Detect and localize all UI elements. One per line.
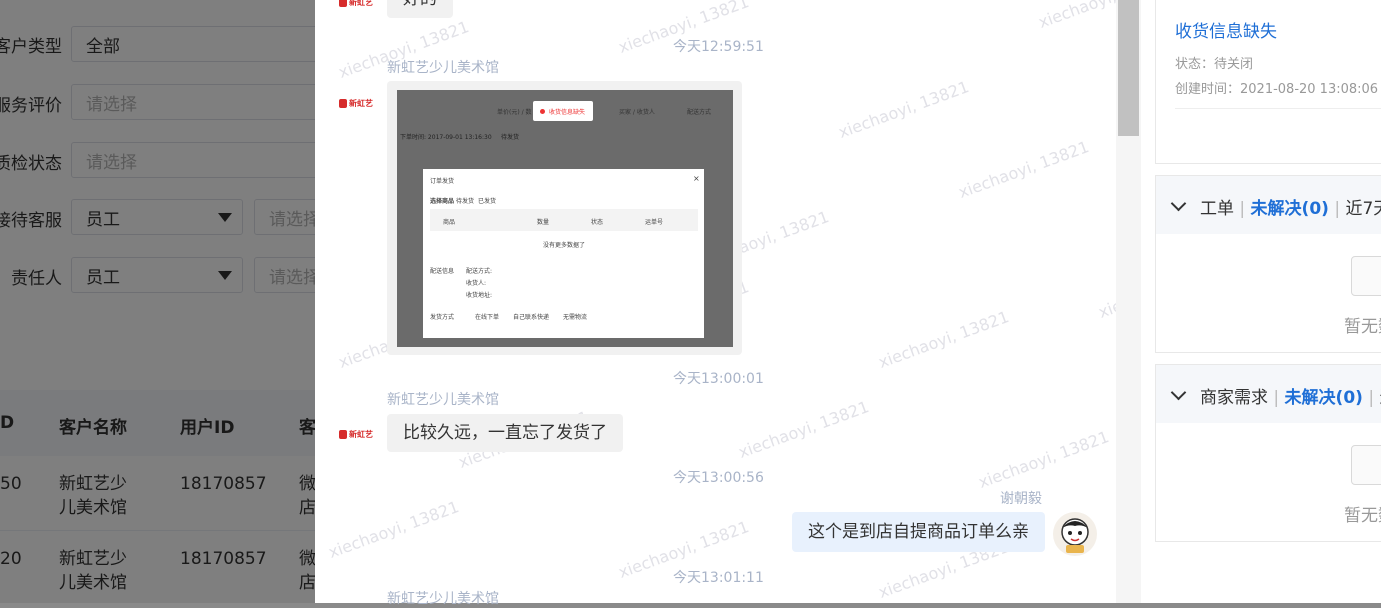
close-icon: × — [693, 174, 700, 183]
info-created: 创建时间：2021-08-20 13:08:06 — [1175, 82, 1379, 97]
message-sender: 谢朝毅 — [1000, 491, 1042, 507]
shop-logo-icon — [339, 429, 347, 439]
message-bubble: 这个是到店自提商品订单么亲 — [792, 512, 1045, 552]
mini-label: 配送方式: — [466, 268, 493, 275]
toast: 收货信息缺失 — [533, 101, 593, 121]
logo-text: 新虹艺 — [349, 0, 373, 7]
screenshot-image[interactable]: 单价(元) / 数 买家 / 收货人 配送方式 收货信息缺失 下单时间: 201… — [397, 90, 733, 347]
watermark-text: xiechaoyi, 13821 — [735, 397, 872, 462]
empty-text: 暂无数 — [1344, 317, 1381, 337]
ticket-unresolved[interactable]: 未解决(0) — [1251, 199, 1329, 219]
watermark-text: xiechaoyi, 13821 — [875, 307, 1012, 372]
shop-logo-icon — [339, 0, 347, 7]
mini-order-status: 待发货 — [501, 134, 520, 141]
message-bubble: 好的 — [387, 0, 453, 18]
mini-col: 状态 — [591, 219, 604, 226]
shop-logo-icon — [339, 98, 347, 108]
shop-avatar: 新虹艺 — [339, 97, 377, 109]
ticket-title: 工单 — [1200, 199, 1234, 219]
shop-avatar: 新虹艺 — [339, 428, 377, 440]
agent-avatar — [1053, 512, 1097, 556]
message-time: 今天13:00:01 — [673, 371, 764, 387]
merchant-card: 商家需求 | 未解决(0) | 近 暂无数 — [1155, 364, 1381, 542]
merchant-title: 商家需求 — [1200, 388, 1268, 408]
logo-text: 新虹艺 — [349, 429, 373, 439]
ticket-recent[interactable]: 近7天 — [1345, 199, 1381, 219]
mini-col: 数量 — [537, 219, 550, 226]
mini-tab: 选择商品 — [430, 198, 455, 205]
watermark-text: xiechaoyi, 13821 — [955, 137, 1092, 202]
mini-col: 运单号 — [645, 219, 664, 226]
mini-col: 商品 — [443, 219, 456, 226]
ticket-header-text: 工单 | 未解决(0) | 近7天 — [1200, 194, 1381, 219]
merchant-card-header[interactable]: 商家需求 | 未解决(0) | 近 — [1156, 365, 1381, 423]
watermark-text: xiechaoyi, 13821 — [835, 77, 972, 142]
mini-empty: 没有更多数据了 — [543, 242, 586, 249]
mini-option: 自己联系快递 — [513, 314, 550, 321]
empty-text: 暂无数 — [1344, 506, 1381, 526]
mini-label: 发货方式 — [430, 314, 455, 321]
ticket-card-header[interactable]: 工单 | 未解决(0) | 近7天 — [1156, 176, 1381, 234]
mini-label: 买家 / 收货人 — [619, 109, 655, 116]
watermark-text: xiechaoyi, 13821 — [975, 427, 1112, 492]
mini-tab: 待发货 — [456, 198, 475, 205]
scrollbar-thumb[interactable] — [1118, 0, 1139, 136]
message-sender: 新虹艺少儿美术馆 — [387, 60, 499, 76]
mini-label: 配送信息 — [430, 268, 455, 275]
message-sender: 新虹艺少儿美术馆 — [387, 591, 499, 607]
message-time: 今天13:01:11 — [673, 570, 764, 586]
info-status: 状态：待关闭 — [1175, 57, 1254, 72]
mini-order-line: 下单时间: 2017-09-01 13:16:30 — [400, 134, 492, 141]
message-time: 今天13:00:56 — [673, 470, 764, 486]
mini-label: 单价(元) / 数 — [497, 109, 532, 116]
message-time: 今天12:59:51 — [673, 39, 764, 55]
image-message[interactable]: 单价(元) / 数 买家 / 收货人 配送方式 收货信息缺失 下单时间: 201… — [387, 81, 742, 355]
avatar-icon — [1061, 518, 1089, 553]
chevron-down-icon[interactable] — [1170, 384, 1187, 401]
mini-tab: 已发货 — [478, 198, 497, 205]
message-bubble: 比较久远，一直忘了发货了 — [387, 414, 623, 452]
info-card: 收货信息缺失 状态：待关闭 创建时间：2021-08-20 13:08:06 — [1155, 0, 1381, 164]
logo-text: 新虹艺 — [349, 98, 373, 108]
mini-option: 无需物流 — [563, 314, 588, 321]
divider — [1175, 108, 1381, 109]
error-icon — [540, 108, 545, 114]
ticket-card: 工单 | 未解决(0) | 近7天 暂无数 — [1155, 175, 1381, 353]
chevron-down-icon[interactable] — [1170, 195, 1187, 212]
empty-box-icon — [1351, 256, 1381, 296]
toast-text: 收货信息缺失 — [549, 108, 586, 116]
watermark-text: xiechaoyi, 13821 — [325, 497, 462, 562]
mini-option: 在线下单 — [475, 314, 500, 321]
shop-avatar: 新虹艺 — [339, 0, 377, 8]
mini-label: 收货人: — [466, 280, 487, 287]
info-title[interactable]: 收货信息缺失 — [1175, 17, 1277, 42]
mini-dialog-title: 订单发货 — [430, 178, 455, 185]
merchant-header-text: 商家需求 | 未解决(0) | 近 — [1200, 383, 1381, 408]
mini-label: 配送方式 — [687, 109, 712, 116]
mini-dialog: 订单发货 × 选择商品 待发货 已发货 商品 数量 状态 运单号 没有更多数据了… — [423, 169, 704, 338]
message-sender: 新虹艺少儿美术馆 — [387, 392, 499, 408]
mini-label: 收货地址: — [466, 292, 493, 299]
empty-box-icon — [1351, 445, 1381, 485]
merchant-unresolved[interactable]: 未解决(0) — [1285, 388, 1363, 408]
